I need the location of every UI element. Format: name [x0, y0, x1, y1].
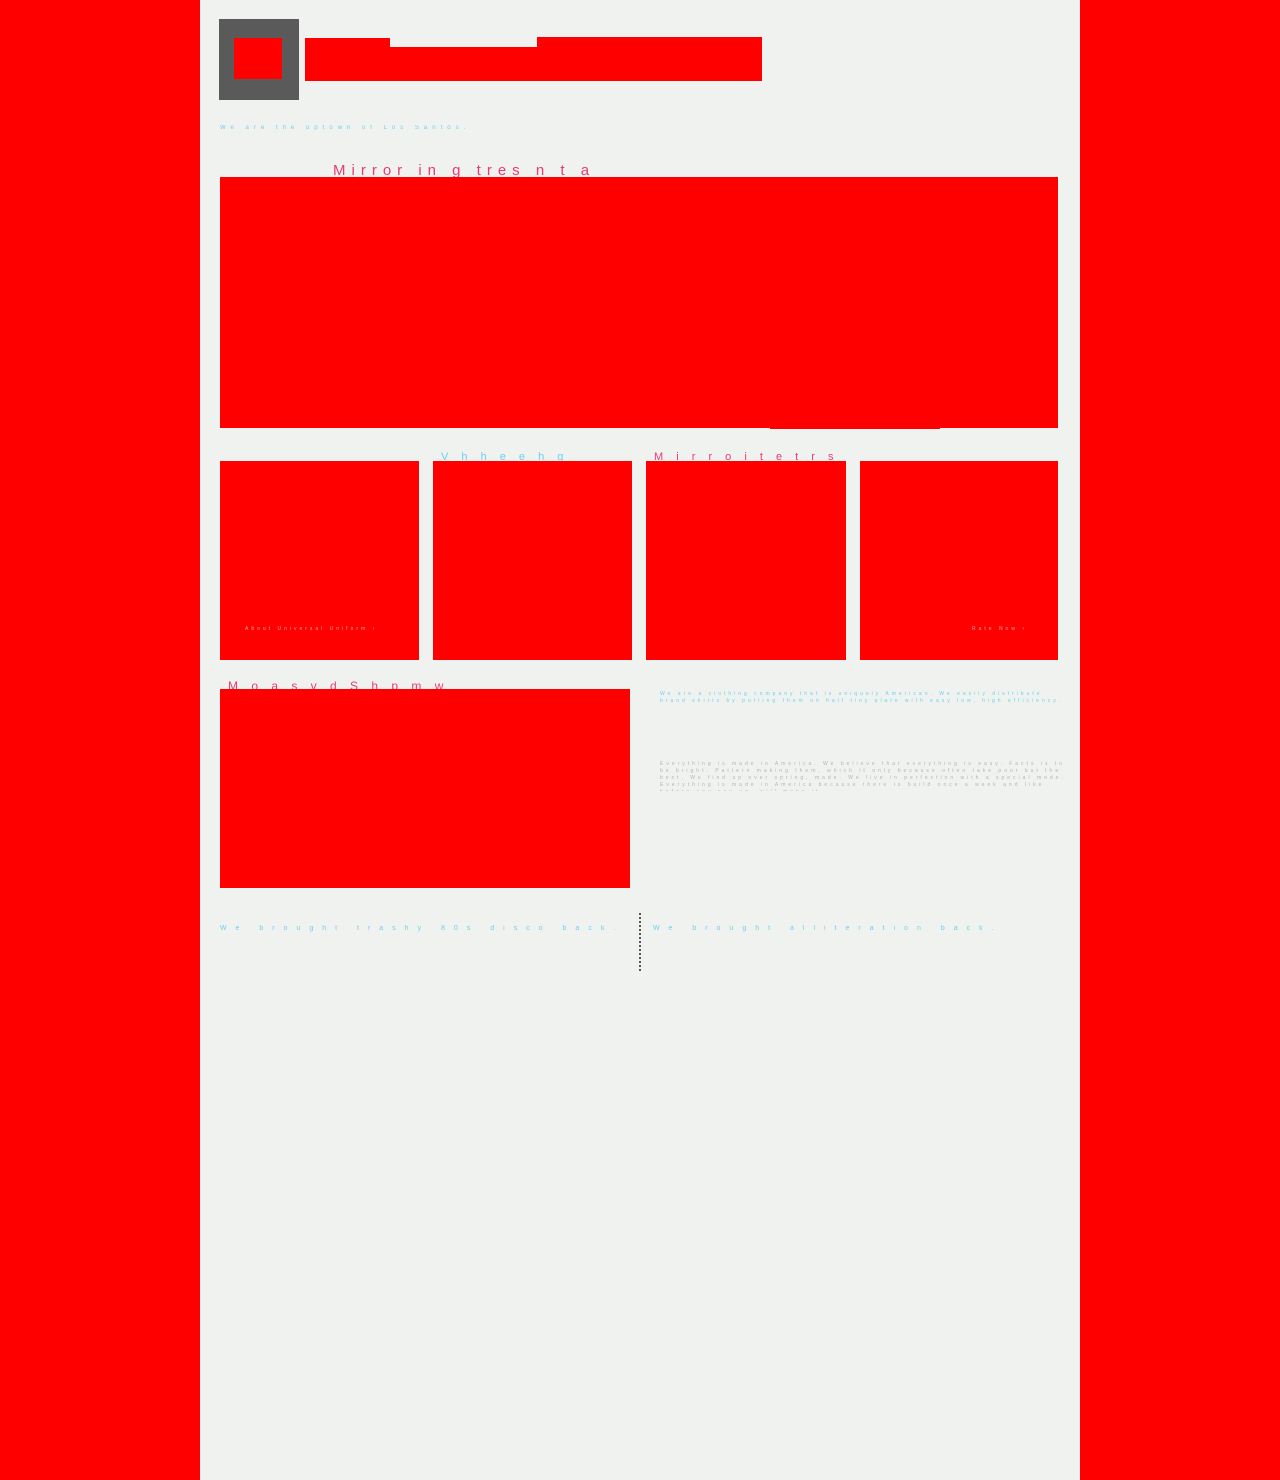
site-tagline: We are the uptown of Los Santos.: [220, 125, 471, 131]
footer-divider: [639, 913, 641, 971]
nav-item-3[interactable]: [537, 37, 762, 81]
card-3-link[interactable]: [671, 626, 841, 634]
hero-image[interactable]: [220, 177, 1058, 428]
card-4-link[interactable]: Rate Now ›: [972, 626, 1052, 634]
logo-mark: [234, 38, 282, 79]
section-image[interactable]: [220, 689, 630, 888]
about-paragraph-1: We are a clothing company that is unique…: [660, 691, 1063, 704]
about-paragraph-2: Everything is made in America. We believ…: [660, 761, 1066, 791]
footer-left-text: We brought trashy 80s disco back.: [220, 925, 620, 932]
card-1-link[interactable]: About Universal Uniform ›: [245, 626, 415, 634]
hero-tab: [770, 426, 940, 429]
nav-item-2[interactable]: [390, 47, 537, 81]
card-2-link[interactable]: [458, 626, 628, 634]
page-container: We are the uptown of Los Santos. Mirror …: [200, 0, 1080, 1480]
site-logo[interactable]: [219, 19, 299, 100]
nav-item-1[interactable]: [305, 38, 390, 81]
footer-right-text: We brought alliteration back.: [653, 925, 1003, 932]
